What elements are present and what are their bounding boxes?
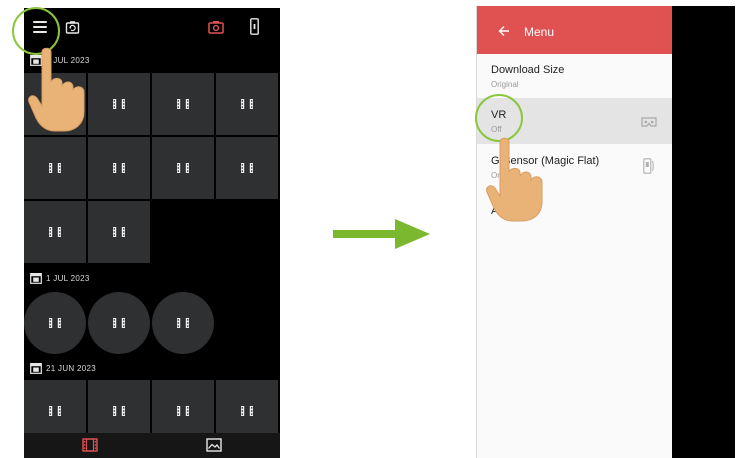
drawer-header: Menu [477, 6, 672, 54]
menu-drawer: Menu Download Size Original VR Off G-Sen… [476, 6, 672, 458]
film-icon [113, 406, 125, 416]
video-icon[interactable] [82, 438, 98, 452]
film-icon [177, 99, 189, 109]
film-icon [177, 318, 189, 328]
film-icon [241, 406, 253, 416]
camera-icon[interactable] [208, 20, 224, 34]
video-thumbnail[interactable] [216, 73, 278, 135]
video-thumbnail[interactable] [88, 292, 150, 354]
date-label: 21 JUN 2023 [46, 363, 96, 373]
menu-item-title: Download Size [491, 64, 565, 76]
calendar-icon [30, 363, 42, 374]
film-icon [113, 318, 125, 328]
gsensor-icon [643, 158, 654, 174]
top-bar [24, 8, 280, 48]
video-thumbnail[interactable] [152, 137, 214, 199]
video-thumbnail[interactable] [216, 137, 278, 199]
calendar-icon [30, 273, 42, 284]
menu-screen: Menu Download Size Original VR Off G-Sen… [476, 6, 735, 458]
image-icon[interactable] [206, 438, 222, 452]
date-header: 1 JUL 2023 [30, 271, 90, 285]
film-icon [49, 163, 61, 173]
pointing-hand-icon [486, 137, 543, 222]
film-icon [113, 227, 125, 237]
film-icon [49, 318, 61, 328]
film-icon [177, 406, 189, 416]
drawer-title: Menu [524, 25, 555, 39]
phone-icon[interactable] [250, 18, 259, 35]
film-icon [49, 227, 61, 237]
film-icon [241, 99, 253, 109]
tap-highlight-ring [475, 94, 523, 142]
menu-item-subtitle: Original [491, 80, 519, 89]
bottom-nav [24, 433, 280, 458]
video-thumbnail[interactable] [24, 201, 86, 263]
video-thumbnail[interactable] [24, 137, 86, 199]
film-icon [49, 406, 61, 416]
date-header: 21 JUN 2023 [30, 361, 96, 375]
rotate-camera-icon[interactable] [65, 20, 80, 35]
pointing-hand-icon [28, 47, 85, 132]
background-overlay[interactable] [671, 6, 735, 458]
video-thumbnail[interactable] [88, 201, 150, 263]
video-thumbnail[interactable] [88, 137, 150, 199]
menu-item-download-size[interactable]: Download Size Original [477, 58, 672, 98]
film-icon [177, 163, 189, 173]
vr-headset-icon [641, 117, 657, 127]
back-arrow-icon[interactable] [498, 25, 510, 37]
date-label: 1 JUL 2023 [46, 273, 90, 283]
film-icon [241, 163, 253, 173]
video-thumbnail[interactable] [152, 73, 214, 135]
video-thumbnail[interactable] [24, 292, 86, 354]
transition-arrow-icon [333, 219, 430, 249]
film-icon [113, 99, 125, 109]
video-thumbnail[interactable] [152, 292, 214, 354]
film-icon [113, 163, 125, 173]
